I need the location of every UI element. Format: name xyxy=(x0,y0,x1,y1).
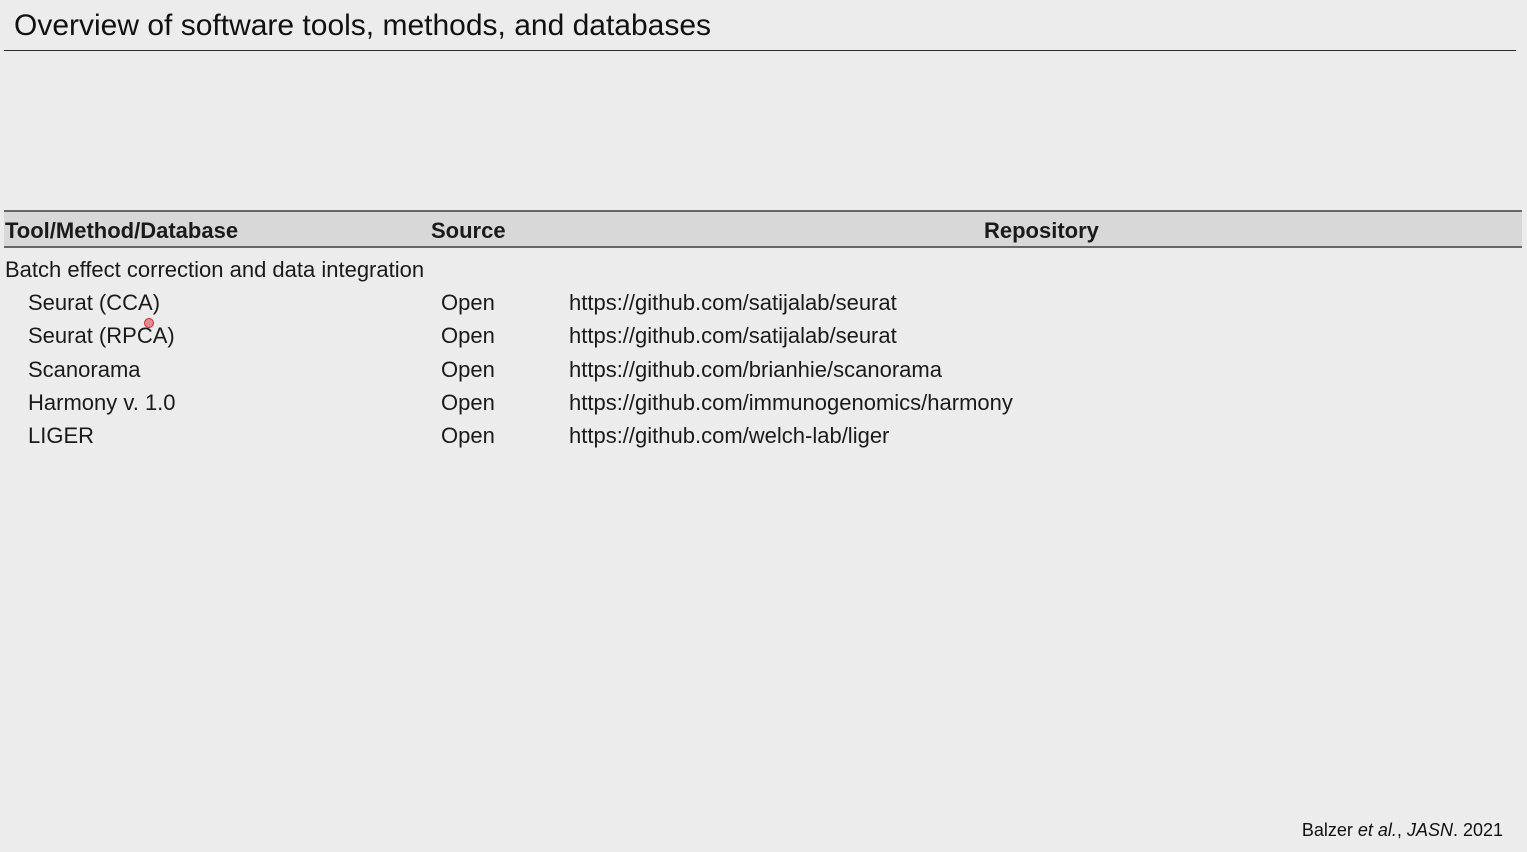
table-row: Harmony v. 1.0 Open https://github.com/i… xyxy=(0,389,1527,422)
citation-separator: , xyxy=(1396,820,1407,840)
source-cell: Open xyxy=(441,323,495,349)
citation-journal: JASN xyxy=(1406,820,1453,840)
citation-etal: et al. xyxy=(1357,820,1397,840)
tool-name-cell: Seurat (RPCA) xyxy=(28,323,175,349)
table-row: Scanorama Open https://github.com/brianh… xyxy=(0,356,1527,389)
citation: Balzer et al., JASN. 2021 xyxy=(1302,819,1503,841)
table-row: Seurat (RPCA) Open https://github.com/sa… xyxy=(0,322,1527,355)
repository-link[interactable]: https://github.com/welch-lab/liger xyxy=(569,422,889,450)
source-cell: Open xyxy=(441,290,495,315)
slide-title: Overview of software tools, methods, and… xyxy=(14,9,712,42)
tool-name-cell: Seurat (CCA) xyxy=(28,290,161,315)
repository-link[interactable]: https://github.com/immunogenomics/harmon… xyxy=(569,389,1013,417)
repository-link[interactable]: https://github.com/satijalab/seurat xyxy=(569,322,897,350)
tool-name-cell: Harmony v. 1.0 xyxy=(28,389,176,415)
repository-link[interactable]: https://github.com/brianhie/scanorama xyxy=(569,356,942,384)
tool-name-cell: Scanorama xyxy=(28,356,141,382)
citation-author: Balzer xyxy=(1301,820,1358,840)
column-header-source: Source xyxy=(431,218,506,243)
table-header: Tool/Method/Database Source Repository xyxy=(4,210,1522,248)
citation-year: . 2021 xyxy=(1452,820,1503,840)
source-cell: Open xyxy=(441,423,495,449)
source-cell: Open xyxy=(441,356,495,382)
table-row: LIGER Open https://github.com/welch-lab/… xyxy=(0,422,1527,455)
repository-link[interactable]: https://github.com/satijalab/seurat xyxy=(569,289,897,317)
pointer-cursor-icon xyxy=(144,318,154,328)
table-section-label: Batch effect correction and data integra… xyxy=(5,257,425,282)
column-header-repository: Repository xyxy=(984,218,1099,243)
title-divider xyxy=(4,50,1516,51)
tool-name-cell: LIGER xyxy=(28,423,95,449)
table-row: Seurat (CCA) Open https://github.com/sat… xyxy=(0,289,1527,322)
source-cell: Open xyxy=(441,389,495,415)
column-header-tool: Tool/Method/Database xyxy=(5,218,239,243)
table-body: Seurat (CCA) Open https://github.com/sat… xyxy=(0,289,1527,455)
